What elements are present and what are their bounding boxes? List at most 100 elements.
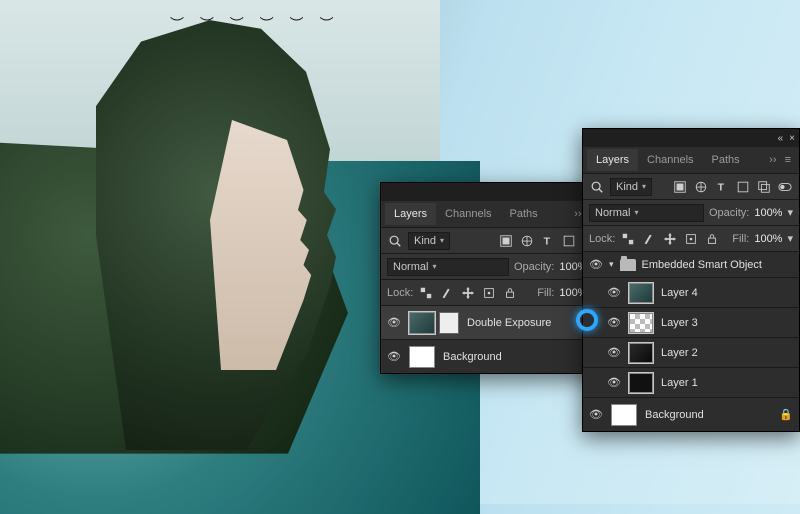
lock-row: Lock: Fill: 100% ▾: [583, 225, 799, 251]
tab-paths[interactable]: Paths: [703, 149, 749, 171]
filter-row: Kind ▾ T: [381, 227, 604, 253]
fill-value[interactable]: 100%: [754, 233, 782, 245]
layer-thumbnail[interactable]: [409, 346, 435, 368]
panel-tabs: Layers Channels Paths ›› ≡: [583, 147, 799, 173]
filter-smart-icon[interactable]: [756, 179, 772, 195]
layer-thumbnail[interactable]: [629, 373, 653, 393]
layer-row[interactable]: 👁 Background 🔒: [583, 397, 799, 431]
blend-row: Normal ▾ Opacity: 100% ▾: [583, 199, 799, 225]
panel-tabs: Layers Channels Paths ›› ≡: [381, 201, 604, 227]
layer-group-row[interactable]: 👁 ▾ Embedded Smart Object: [583, 251, 799, 277]
panel-menu-icon[interactable]: ≡: [781, 154, 795, 166]
visibility-toggle-icon[interactable]: 👁: [607, 346, 621, 359]
visibility-toggle-icon[interactable]: 👁: [387, 316, 401, 329]
opacity-label: Opacity:: [709, 207, 749, 219]
group-children: 👁 Layer 4 👁 Layer 3 👁 Layer 2 👁 Layer 1: [583, 277, 799, 397]
lock-label: Lock:: [589, 233, 615, 245]
close-icon[interactable]: ×: [789, 133, 795, 144]
layer-name[interactable]: Background: [645, 409, 771, 421]
visibility-toggle-icon[interactable]: 👁: [589, 258, 603, 271]
layer-thumbnail[interactable]: [611, 404, 637, 426]
lock-transparent-icon[interactable]: [418, 285, 434, 301]
svg-text:T: T: [544, 235, 551, 247]
tab-paths[interactable]: Paths: [501, 203, 547, 225]
visibility-toggle-icon[interactable]: 👁: [607, 286, 621, 299]
lock-all-icon[interactable]: [502, 285, 518, 301]
filter-type-icon[interactable]: T: [540, 233, 556, 249]
blend-row: Normal ▾ Opacity: 100% ▾: [381, 253, 604, 279]
fill-label: Fill:: [732, 233, 749, 245]
filter-kind-label: Kind: [616, 181, 638, 193]
layers-panel-b: « × Layers Channels Paths ›› ≡ Kind ▾ T …: [582, 128, 800, 432]
group-name[interactable]: Embedded Smart Object: [642, 259, 793, 271]
layer-row[interactable]: 👁 Double Exposure: [381, 305, 604, 339]
panel-titlebar[interactable]: « ×: [381, 183, 604, 201]
layer-thumbnail[interactable]: [629, 313, 653, 333]
folder-icon: [620, 259, 636, 271]
lock-position-icon[interactable]: [662, 231, 678, 247]
filter-adjust-icon[interactable]: [693, 179, 709, 195]
tabs-more-icon[interactable]: ››: [765, 154, 780, 166]
lock-pixels-icon[interactable]: [641, 231, 657, 247]
layer-thumbnail[interactable]: [629, 283, 653, 303]
layer-row[interactable]: 👁 Layer 2: [583, 337, 799, 367]
filter-type-icon[interactable]: T: [714, 179, 730, 195]
blend-mode-select[interactable]: Normal ▾: [387, 258, 509, 276]
layer-name[interactable]: Layer 4: [661, 287, 793, 299]
lock-icon[interactable]: 🔒: [779, 408, 793, 421]
layer-thumbnail[interactable]: [409, 312, 435, 334]
visibility-toggle-icon[interactable]: 👁: [387, 350, 401, 363]
layers-list-a: 👁 Double Exposure 👁 Background 🔒: [381, 305, 604, 373]
chevron-down-icon: ▾: [440, 236, 444, 245]
filter-shape-icon[interactable]: [735, 179, 751, 195]
visibility-toggle-icon[interactable]: 👁: [589, 408, 603, 421]
layer-thumbnail[interactable]: [629, 343, 653, 363]
lock-position-icon[interactable]: [460, 285, 476, 301]
lock-transparent-icon[interactable]: [620, 231, 636, 247]
search-icon[interactable]: [387, 233, 403, 249]
lock-all-icon[interactable]: [704, 231, 720, 247]
layers-list-b: 👁 ▾ Embedded Smart Object 👁 Layer 4 👁 La…: [583, 251, 799, 431]
layer-name[interactable]: Background: [443, 351, 576, 363]
chevron-down-icon[interactable]: ▾: [787, 206, 793, 219]
tab-channels[interactable]: Channels: [638, 149, 702, 171]
opacity-value[interactable]: 100%: [754, 207, 782, 219]
filter-pixel-icon[interactable]: [672, 179, 688, 195]
chevron-down-icon[interactable]: ▾: [787, 232, 793, 245]
blend-mode-value: Normal: [595, 207, 630, 219]
tab-channels[interactable]: Channels: [436, 203, 500, 225]
filter-toggle-icon[interactable]: [777, 179, 793, 195]
filter-kind-label: Kind: [414, 235, 436, 247]
lock-artboard-icon[interactable]: [481, 285, 497, 301]
layer-row[interactable]: 👁 Layer 4: [583, 277, 799, 307]
filter-row: Kind ▾ T: [583, 173, 799, 199]
lock-artboard-icon[interactable]: [683, 231, 699, 247]
filter-adjust-icon[interactable]: [519, 233, 535, 249]
chevron-down-icon: ▾: [642, 182, 646, 191]
opacity-label: Opacity:: [514, 261, 554, 273]
filter-pixel-icon[interactable]: [498, 233, 514, 249]
chevron-down-icon: ▾: [432, 262, 436, 271]
layer-name[interactable]: Double Exposure: [467, 317, 598, 329]
chevron-down-icon: ▾: [634, 208, 638, 217]
layer-mask-thumbnail[interactable]: [439, 312, 459, 334]
layer-name[interactable]: Layer 2: [661, 347, 793, 359]
layer-name[interactable]: Layer 3: [661, 317, 793, 329]
visibility-toggle-icon[interactable]: 👁: [607, 316, 621, 329]
filter-kind-select[interactable]: Kind ▾: [408, 232, 450, 250]
caret-down-icon[interactable]: ▾: [609, 259, 614, 270]
tab-layers[interactable]: Layers: [385, 203, 436, 225]
layer-row[interactable]: 👁 Layer 3: [583, 307, 799, 337]
layer-row[interactable]: 👁 Layer 1: [583, 367, 799, 397]
layer-row[interactable]: 👁 Background 🔒: [381, 339, 604, 373]
lock-pixels-icon[interactable]: [439, 285, 455, 301]
blend-mode-select[interactable]: Normal ▾: [589, 204, 704, 222]
tab-layers[interactable]: Layers: [587, 149, 638, 171]
layer-name[interactable]: Layer 1: [661, 377, 793, 389]
visibility-toggle-icon[interactable]: 👁: [607, 376, 621, 389]
filter-shape-icon[interactable]: [561, 233, 577, 249]
collapse-icon[interactable]: «: [778, 133, 784, 144]
filter-kind-select[interactable]: Kind ▾: [610, 178, 652, 196]
search-icon[interactable]: [589, 179, 605, 195]
panel-titlebar[interactable]: « ×: [583, 129, 799, 147]
